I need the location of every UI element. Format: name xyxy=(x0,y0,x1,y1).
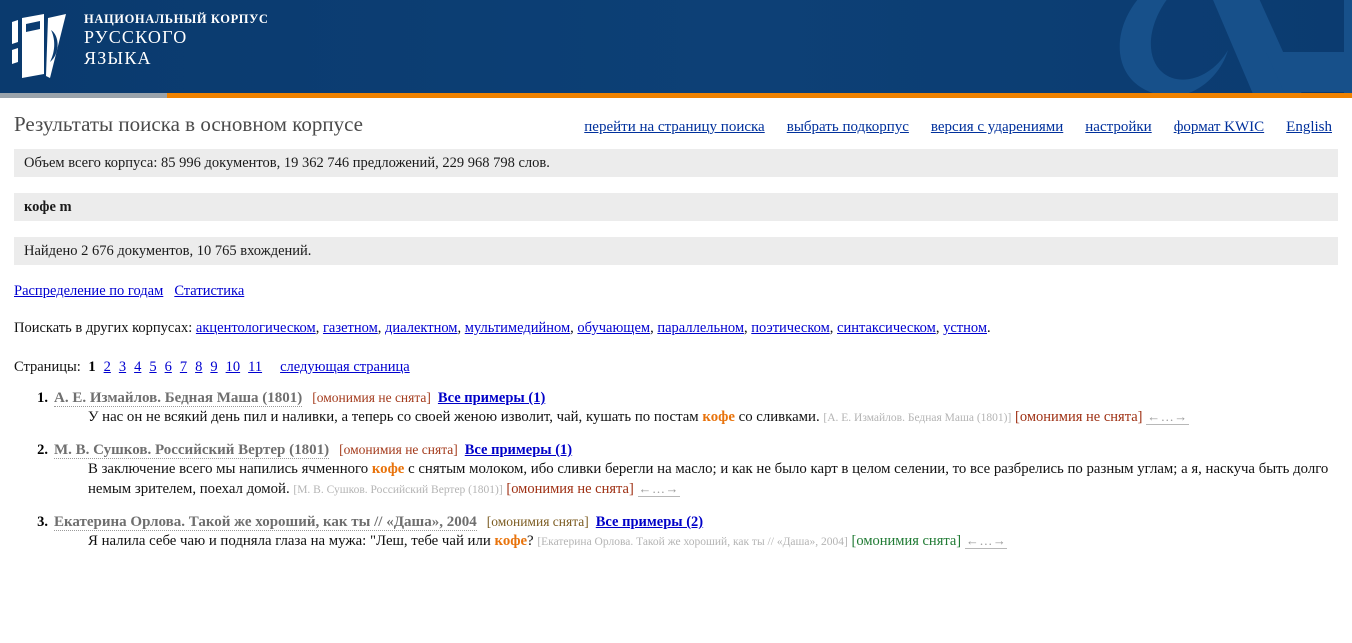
corpus-link-syntactic[interactable]: синтаксическом xyxy=(837,320,936,336)
pagination-next-page[interactable]: следующая страница xyxy=(280,359,410,375)
nav-link-kwic-format[interactable]: формат KWIC xyxy=(1174,119,1264,136)
site-title-line1: НАЦИОНАЛЬНЫЙ КОРПУС xyxy=(84,12,269,26)
found-count-bar: Найдено 2 676 документов, 10 765 вхожден… xyxy=(14,237,1338,265)
pagination-page-8[interactable]: 8 xyxy=(195,359,202,375)
query-bar: кофе m xyxy=(14,193,1338,221)
result-homonymy-status: [омонимия снята] xyxy=(486,514,589,529)
result-header: 1. А. Е. Измайлов. Бедная Маша (1801) [омо… xyxy=(0,390,1352,407)
header-accent-bar xyxy=(0,93,1352,98)
pagination-page-9[interactable]: 9 xyxy=(210,359,217,375)
page-topbar: Результаты поиска в основном корпусе пер… xyxy=(0,98,1352,137)
result-document-title[interactable]: М. В. Сушков. Российский Вертер (1801) xyxy=(54,442,330,459)
result-all-examples-link[interactable]: Все примеры (1) xyxy=(465,442,572,458)
result-homonymy-status: [омонимия не снята] xyxy=(339,442,458,457)
snippet-expand-context-control[interactable]: ←…→ xyxy=(1146,409,1189,425)
snippet-text-before: У нас он не всякий день пил и наливки, а… xyxy=(88,409,703,425)
pagination-page-7[interactable]: 7 xyxy=(180,359,187,375)
pagination-label: Страницы: xyxy=(14,359,81,375)
nav-link-search-page[interactable]: перейти на страницу поиска xyxy=(584,119,764,136)
result-document-title[interactable]: А. Е. Измайлов. Бедная Маша (1801) xyxy=(54,390,303,407)
snippet-citation: [А. Е. Измайлов. Бедная Маша (1801)] xyxy=(823,412,1012,424)
pagination-page-10[interactable]: 10 xyxy=(226,359,241,375)
snippet-homonymy-status: [омонимия снята] xyxy=(851,533,962,549)
snippet-text-before: В заключение всего мы напились ячменного xyxy=(88,461,372,477)
result-number: 2. xyxy=(37,442,48,458)
corpus-link-poetic[interactable]: поэтическом xyxy=(751,320,830,336)
result-item: 1. А. Е. Измайлов. Бедная Маша (1801) [омо… xyxy=(0,390,1352,428)
corpus-link-dialect[interactable]: диалектном xyxy=(385,320,457,336)
result-snippet: У нас он не всякий день пил и наливки, а… xyxy=(0,407,1352,428)
snippet-keyword: кофе xyxy=(494,533,528,549)
pagination-page-11[interactable]: 11 xyxy=(248,359,262,375)
nav-link-accented-version[interactable]: версия с ударениями xyxy=(931,119,1063,136)
corpus-link-parallel[interactable]: параллельном xyxy=(657,320,744,336)
result-item: 2. М. В. Сушков. Российский Вертер (1801)… xyxy=(0,442,1352,500)
corpus-link-spoken[interactable]: устном xyxy=(943,320,987,336)
snippet-expand-context-control[interactable]: ←…→ xyxy=(964,533,1008,549)
result-header: 2. М. В. Сушков. Российский Вертер (1801)… xyxy=(0,442,1352,459)
results-list: 1. А. Е. Измайлов. Бедная Маша (1801) [омо… xyxy=(0,390,1352,566)
page-content: Результаты поиска в основном корпусе пер… xyxy=(0,98,1352,566)
stats-links: Распределение по годам Статистика xyxy=(14,283,1338,300)
result-snippet: Я налила себе чаю и подняла глаза на муж… xyxy=(0,531,1352,552)
lambda-watermark-icon xyxy=(1119,0,1352,93)
corpus-link-multimedia[interactable]: мультимедийном xyxy=(465,320,570,336)
pagination-current-page: 1 xyxy=(88,359,96,375)
site-title: НАЦИОНАЛЬНЫЙ КОРПУС РУССКОГО ЯЗЫКА xyxy=(84,12,269,69)
pagination-page-5[interactable]: 5 xyxy=(149,359,156,375)
result-number: 1. xyxy=(37,390,48,406)
site-title-line3: ЯЗЫКА xyxy=(84,47,152,68)
corpus-link-newspaper[interactable]: газетном xyxy=(323,320,378,336)
result-document-title[interactable]: Екатерина Орлова. Такой же хороший, как … xyxy=(54,514,477,531)
result-header: 3. Екатерина Орлова. Такой же хороший, ка… xyxy=(0,514,1352,531)
page-title: Результаты поиска в основном корпусе xyxy=(14,112,363,136)
snippet-citation: [М. В. Сушков. Российский Вертер (1801)] xyxy=(293,484,503,496)
snippet-text-before: Я налила себе чаю и подняла глаза на муж… xyxy=(88,533,495,549)
snippet-keyword: кофе xyxy=(371,461,405,477)
site-title-line2: РУССКОГО xyxy=(84,26,188,47)
result-all-examples-link[interactable]: Все примеры (1) xyxy=(438,390,545,406)
other-corpora-row: Поискать в других корпусах: акцентологич… xyxy=(14,320,1338,337)
snippet-text-after: ? xyxy=(527,533,534,549)
snippet-homonymy-status: [омонимия не снята] xyxy=(506,481,634,497)
snippet-citation: [Екатерина Орлова. Такой же хороший, как… xyxy=(537,536,848,548)
nav-link-select-subcorpus[interactable]: выбрать подкорпус xyxy=(787,119,909,136)
corpus-link-accentological[interactable]: акцентологическом xyxy=(196,320,316,336)
ruscorpora-book-logo-icon xyxy=(12,14,66,78)
link-statistics[interactable]: Статистика xyxy=(174,283,244,299)
snippet-keyword: кофе xyxy=(702,409,735,425)
snippet-expand-context-control[interactable]: ←…→ xyxy=(637,481,681,497)
site-header: НАЦИОНАЛЬНЫЙ КОРПУС РУССКОГО ЯЗЫКА xyxy=(0,0,1352,93)
result-snippet: В заключение всего мы напились ячменного… xyxy=(0,459,1352,500)
pagination-page-4[interactable]: 4 xyxy=(134,359,141,375)
corpus-volume-bar: Объем всего корпуса: 85 996 документов, … xyxy=(14,149,1338,177)
other-corpora-links: акцентологическом, газетном, диалектном,… xyxy=(195,320,991,336)
snippet-text-after: со сливками. xyxy=(734,409,820,425)
result-item: 3. Екатерина Орлова. Такой же хороший, ка… xyxy=(0,514,1352,552)
result-homonymy-status: [омонимия не снята] xyxy=(312,390,431,405)
result-number: 3. xyxy=(37,514,48,530)
pagination-page-2[interactable]: 2 xyxy=(104,359,111,375)
nav-link-settings[interactable]: настройки xyxy=(1085,119,1151,136)
other-corpora-label: Поискать в других корпусах: xyxy=(14,320,193,336)
pagination: Страницы: 1 2 3 4 5 6 7 8 9 10 11 следующая страниц… xyxy=(14,359,1338,376)
result-all-examples-link[interactable]: Все примеры (2) xyxy=(596,514,703,530)
nav-link-english[interactable]: English xyxy=(1286,119,1332,136)
corpus-link-educational[interactable]: обучающем xyxy=(577,320,650,336)
snippet-homonymy-status: [омонимия не снята] xyxy=(1015,409,1143,425)
pagination-page-6[interactable]: 6 xyxy=(165,359,172,375)
top-nav: перейти на страницу поиска выбрать подко… xyxy=(584,119,1338,136)
pagination-page-3[interactable]: 3 xyxy=(119,359,126,375)
link-distribution-by-years[interactable]: Распределение по годам xyxy=(14,283,163,299)
header-accent-bar-grey-segment xyxy=(0,93,167,98)
